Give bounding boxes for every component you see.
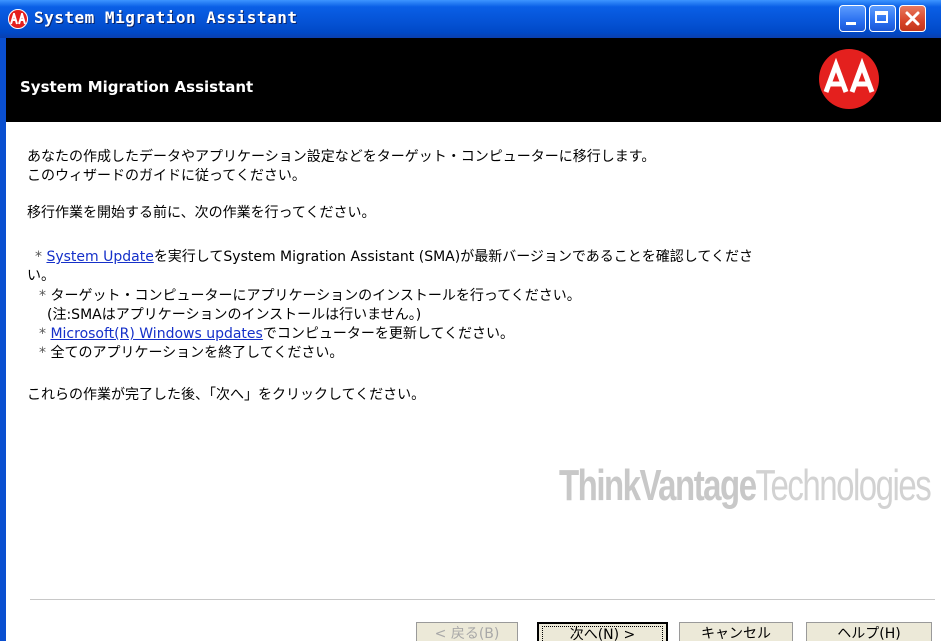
bullet-marker: * <box>39 288 46 304</box>
watermark-suffix: Technologies <box>755 461 932 510</box>
app-logo-icon[interactable] <box>8 9 28 29</box>
thinkvantage-watermark: ThinkVantageTechnologies <box>559 461 932 511</box>
closing-instruction: これらの作業が完了した後、「次へ」をクリックしてください。 <box>27 387 426 403</box>
help-button[interactable]: ヘルプ(H) <box>806 622 932 641</box>
intro-line-1: あなたの作成したデータやアプリケーション設定などをターゲット・コンピューターに移… <box>27 149 656 165</box>
next-button-label: 次へ(N) > <box>542 626 663 641</box>
bullet-marker: * <box>35 249 42 265</box>
minimize-icon <box>846 22 856 25</box>
intro-line-2: このウィザードのガイドに従ってください。 <box>27 168 306 184</box>
window-frame-left <box>0 38 6 641</box>
bullet-marker: * <box>39 326 46 342</box>
cancel-button[interactable]: キャンセル <box>679 622 793 641</box>
title-bar[interactable]: System Migration Assistant <box>0 0 941 38</box>
list-item: * System Updateを実行してSystem Migration Ass… <box>35 248 753 267</box>
window-title: System Migration Assistant <box>34 8 298 27</box>
windows-updates-link[interactable]: Microsoft(R) Windows updates <box>50 326 262 342</box>
list-item: * ターゲット・コンピューターにアプリケーションのインストールを行ってください。 <box>39 287 581 306</box>
maximize-icon <box>875 11 888 23</box>
lenovo-logo-icon <box>819 49 879 109</box>
bullet-marker: * <box>39 345 46 361</box>
list-item-note: (注:SMAはアプリケーションのインストールは行いません。) <box>47 307 422 323</box>
maximize-button[interactable] <box>869 5 896 32</box>
minimize-button[interactable] <box>839 5 866 32</box>
wizard-header: System Migration Assistant <box>6 38 941 122</box>
watermark-brand: ThinkVantage <box>559 461 757 510</box>
close-icon <box>905 11 920 26</box>
prerequisite-heading: 移行作業を開始する前に、次の作業を行ってください。 <box>27 205 376 221</box>
list-item-wrap: い。 <box>27 268 55 284</box>
back-button[interactable]: < 戻る(B) <box>416 622 518 641</box>
list-item-text: 全てのアプリケーションを終了してください。 <box>50 345 344 361</box>
header-title: System Migration Assistant <box>20 78 254 96</box>
system-update-link[interactable]: System Update <box>46 249 153 265</box>
list-item-text: でコンピューターを更新してください。 <box>262 326 515 342</box>
wizard-window: System Migration Assistant System Migrat… <box>0 0 941 641</box>
button-separator <box>30 599 935 601</box>
list-item-text: ターゲット・コンピューターにアプリケーションのインストールを行ってください。 <box>50 288 581 304</box>
next-button[interactable]: 次へ(N) > <box>537 622 668 641</box>
list-item: * 全てのアプリケーションを終了してください。 <box>39 344 343 363</box>
list-item-text: を実行してSystem Migration Assistant (SMA)が最新… <box>153 249 753 265</box>
list-item: * Microsoft(R) Windows updatesでコンピューターを更… <box>39 325 514 344</box>
close-button[interactable] <box>899 5 926 32</box>
